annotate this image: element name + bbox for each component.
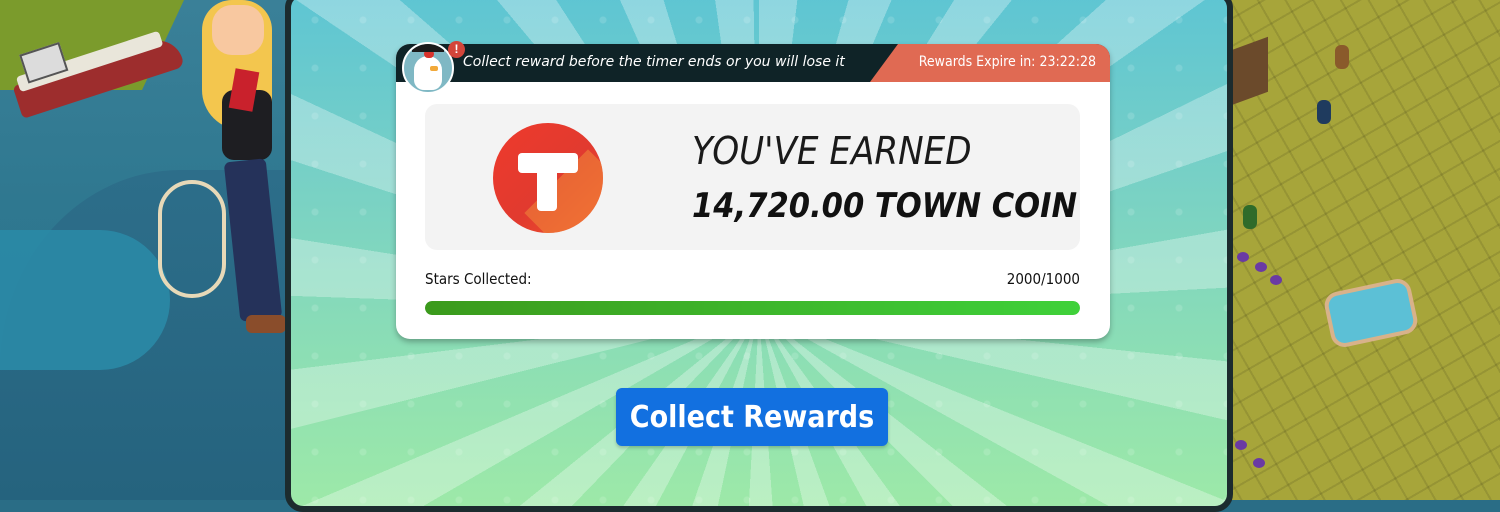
- farmer-figure: [1317, 100, 1331, 124]
- card-header: Rewards Expire in: 23:22:28 Collect rewa…: [396, 44, 1110, 82]
- alert-icon: !: [448, 41, 465, 58]
- stars-progress-fill: [425, 301, 1080, 315]
- stars-progress-bar: [425, 301, 1080, 315]
- farmer-figure: [1243, 205, 1257, 229]
- left-background-scene: [0, 0, 300, 500]
- reward-warning-message: Collect reward before the timer ends or …: [463, 54, 845, 70]
- grape-crop: [1255, 262, 1267, 272]
- chicken-mascot-icon: [402, 42, 454, 94]
- grape-crop: [1253, 458, 1265, 468]
- stars-collected-value: 2000/1000: [1006, 270, 1080, 288]
- farm-background-scene: [1215, 0, 1500, 500]
- earned-amount: 14,720.00 TOWN COIN: [692, 186, 1078, 226]
- farm-pond: [1322, 276, 1420, 350]
- reward-card: Rewards Expire in: 23:22:28 Collect rewa…: [396, 41, 1110, 339]
- collect-rewards-button[interactable]: Collect Rewards: [616, 388, 888, 446]
- expire-timer: Rewards Expire in: 23:22:28: [919, 54, 1096, 70]
- lagoon: [0, 230, 170, 370]
- stars-collected-label: Stars Collected:: [425, 270, 532, 288]
- lasso-rope: [158, 180, 226, 298]
- grape-crop: [1237, 252, 1249, 262]
- town-coin-icon: [493, 123, 603, 233]
- earned-label: YOU'VE EARNED: [692, 129, 972, 173]
- grape-crop: [1270, 275, 1282, 285]
- grape-crop: [1235, 440, 1247, 450]
- farmer-figure: [1335, 45, 1349, 69]
- expire-time: 23:22:28: [1039, 54, 1096, 70]
- cowgirl-character: [150, 0, 300, 360]
- expire-label: Rewards Expire in:: [918, 54, 1036, 70]
- reward-panel: YOU'VE EARNED 14,720.00 TOWN COIN: [425, 104, 1080, 250]
